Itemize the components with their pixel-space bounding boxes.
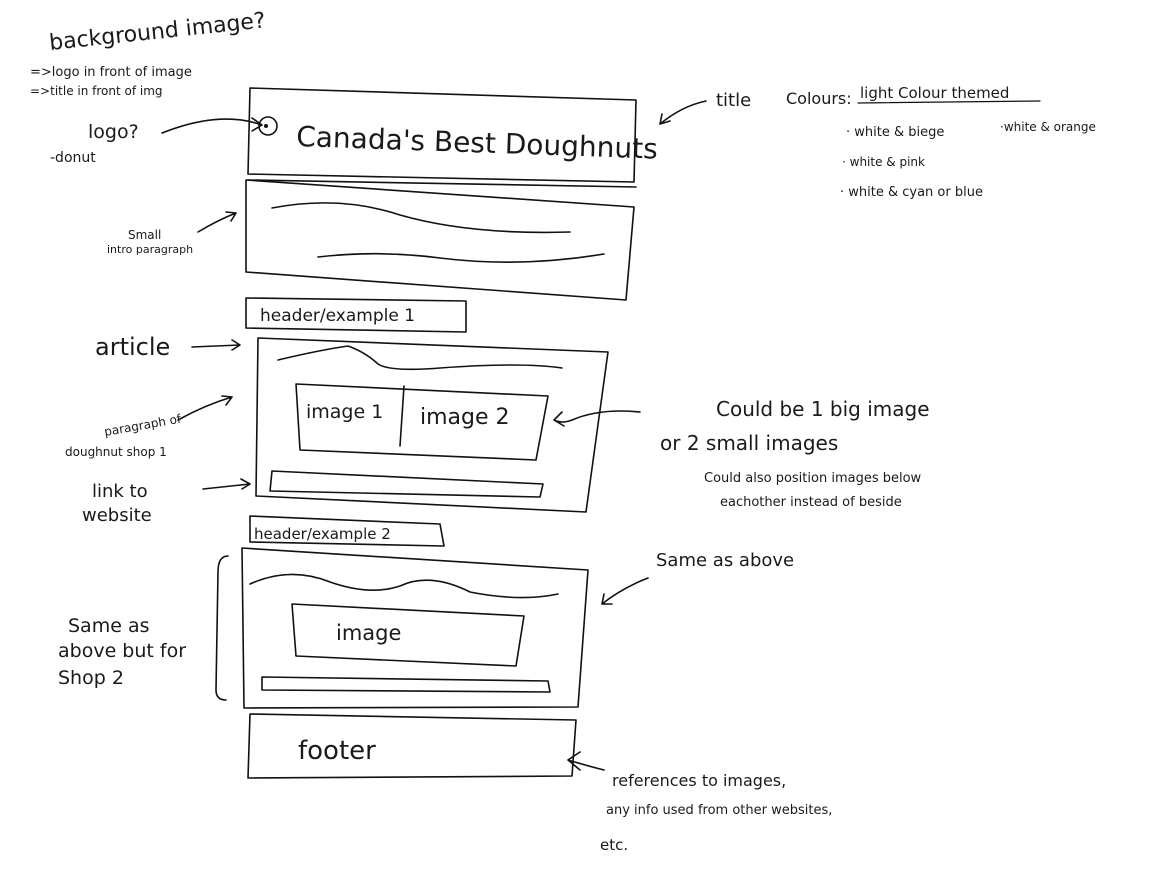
light-colour-themed-note: light Colour themed	[860, 84, 1009, 102]
header-2-label: header/example 2	[254, 525, 391, 543]
logo-in-front-note: =>logo in front of image	[30, 65, 192, 80]
article-note: article	[95, 333, 170, 361]
paragraph-arrow	[177, 395, 233, 421]
site-title: Canada's Best Doughnuts	[296, 120, 659, 166]
image-single-box	[291, 603, 525, 667]
paragraph-of-note: paragraph of	[103, 412, 183, 439]
logo-donut-note: -donut	[50, 150, 96, 166]
references-note-3: etc.	[600, 836, 628, 854]
link-arrow	[202, 478, 251, 490]
title-note: title	[716, 90, 751, 111]
images-arrow	[553, 410, 641, 427]
background-note: background image?	[48, 8, 267, 56]
article-1-link-bar	[269, 470, 544, 498]
same-as-note-1: Same as	[68, 615, 149, 637]
doughnut-shop-1-note: doughnut shop 1	[65, 445, 167, 459]
position-note-2: eachother instead of beside	[720, 495, 902, 510]
same-as-above-arrow	[601, 577, 649, 605]
article-1-text-line	[277, 345, 563, 371]
small-images-note: or 2 small images	[660, 431, 838, 455]
references-note-2: any info used from other websites,	[606, 803, 832, 818]
same-as-note-2: above but for	[58, 640, 186, 662]
colour-option-2: · white & pink	[842, 155, 925, 169]
link-to-note: link to	[92, 481, 148, 502]
colour-option-1: · white & biege	[846, 125, 944, 140]
small-note: Small	[128, 228, 161, 242]
colour-option-3: · white & cyan or blue	[840, 185, 983, 200]
article-2-text-line	[249, 573, 559, 599]
image-row-1-divider	[399, 385, 405, 447]
references-note-1: references to images,	[612, 771, 786, 790]
intro-line-1	[271, 202, 571, 234]
website-note: website	[82, 505, 152, 526]
logo-question-note: logo?	[88, 121, 139, 143]
colours-note: Colours:	[786, 89, 852, 108]
big-image-note: Could be 1 big image	[716, 397, 930, 421]
intro-box	[245, 179, 635, 301]
same-as-above-note: Same as above	[656, 550, 794, 571]
title-arrow	[659, 100, 707, 125]
image-2-label: image 2	[420, 405, 510, 430]
same-as-note-3: Shop 2	[58, 667, 124, 689]
intro-paragraph-note: intro paragraph	[107, 243, 193, 256]
intro-arrow	[197, 211, 237, 233]
intro-line-2	[317, 252, 605, 263]
article-2-link-bar	[261, 676, 551, 693]
image-1-label: image 1	[306, 401, 383, 423]
position-note-1: Could also position images below	[704, 471, 922, 486]
logo-arrow	[161, 117, 263, 134]
article-arrow	[191, 339, 241, 351]
colour-option-4: ·white & orange	[1000, 120, 1096, 134]
shop-2-bracket	[215, 555, 229, 701]
footer-label: footer	[298, 736, 376, 766]
header-1-label: header/example 1	[260, 306, 415, 326]
image-single-label: image	[336, 621, 401, 645]
wireframe-sketch: background image? =>logo in front of ima…	[30, 8, 1096, 854]
title-in-front-note: =>title in front of img	[30, 84, 163, 98]
